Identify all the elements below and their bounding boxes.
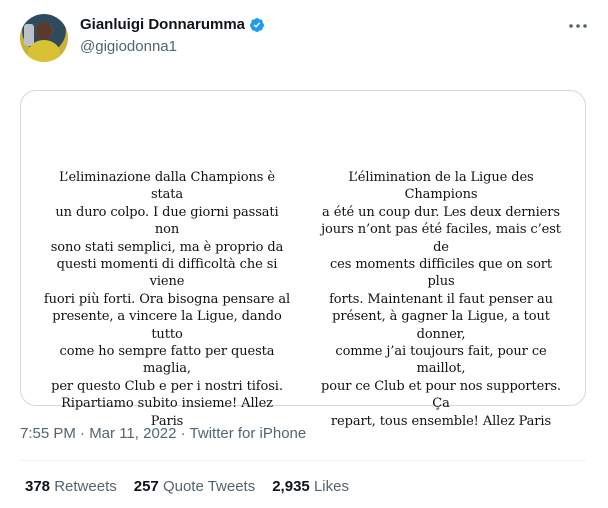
- retweets-label: Retweets: [54, 478, 117, 495]
- tweet-header: Gianluigi Donnarumma @gigiodonna1: [20, 12, 590, 66]
- french-line: a été un coup dur. Les deux derniers: [322, 204, 560, 220]
- french-line: présent, à gagner la Ligue, a tout donne…: [332, 309, 550, 342]
- avatar-shirt: [28, 40, 60, 62]
- more-horizontal-icon[interactable]: [566, 16, 590, 36]
- italian-line: presente, a vincere la Ligue, dando tutt…: [52, 309, 282, 342]
- italian-line: L’eliminazione dalla Champions è stata: [59, 170, 275, 203]
- tweet-image[interactable]: L’eliminazione dalla Champions è stata u…: [20, 90, 586, 429]
- tweet-stats: 378 Retweets 257 Quote Tweets 2,935 Like…: [25, 478, 349, 495]
- quote-tweets-stat[interactable]: 257 Quote Tweets: [134, 478, 255, 495]
- quote-tweets-count: 257: [133, 478, 159, 495]
- avatar[interactable]: [20, 14, 68, 62]
- italian-line: un duro colpo. I due giorni passati non: [55, 204, 279, 238]
- user-handle[interactable]: @gigiodonna1: [80, 38, 177, 55]
- display-name[interactable]: Gianluigi Donnarumma: [80, 16, 245, 33]
- french-text-block: L’élimination de la Ligue des Champions …: [317, 169, 565, 430]
- french-line: ces moments difficiles que on sort plus: [329, 257, 553, 290]
- likes-stat[interactable]: 2,935 Likes: [272, 478, 349, 495]
- italian-line: per questo Club e per i nostri tifosi.: [51, 378, 283, 394]
- french-line: forts. Maintenant il faut penser au: [329, 291, 553, 307]
- tweet-timestamp[interactable]: 7:55 PM · Mar 11, 2022 · Twitter for iPh…: [20, 425, 306, 442]
- retweets-stat[interactable]: 378 Retweets: [25, 478, 117, 495]
- french-line: jours n’ont pas été faciles, mais c’est …: [321, 222, 561, 255]
- french-line: L’élimination de la Ligue des Champions: [348, 170, 534, 203]
- french-line: comme j’ai toujours fait, pour ce maillo…: [335, 344, 547, 377]
- italian-line: questi momenti di difficoltà che si vien…: [56, 257, 278, 290]
- retweets-count: 378: [25, 478, 51, 495]
- french-line: repart, tous ensemble! Allez Paris: [330, 413, 552, 429]
- quote-tweets-label: Quote Tweets: [162, 478, 256, 495]
- verified-badge-icon: [250, 17, 265, 32]
- italian-line: fuori più forti. Ora bisogna pensare al: [43, 291, 291, 307]
- avatar-head: [36, 22, 52, 40]
- divider: [20, 460, 586, 461]
- likes-count: 2,935: [272, 478, 310, 495]
- french-line: pour ce Club et pour nos supporters. Ça: [321, 378, 561, 412]
- italian-line: sono stati semplici, ma è proprio da: [50, 239, 284, 255]
- likes-label: Likes: [313, 478, 349, 495]
- italian-line: come ho sempre fatto per questa maglia,: [59, 344, 275, 377]
- italian-text-block: L’eliminazione dalla Champions è stata u…: [43, 169, 291, 430]
- name-row: Gianluigi Donnarumma: [80, 16, 265, 33]
